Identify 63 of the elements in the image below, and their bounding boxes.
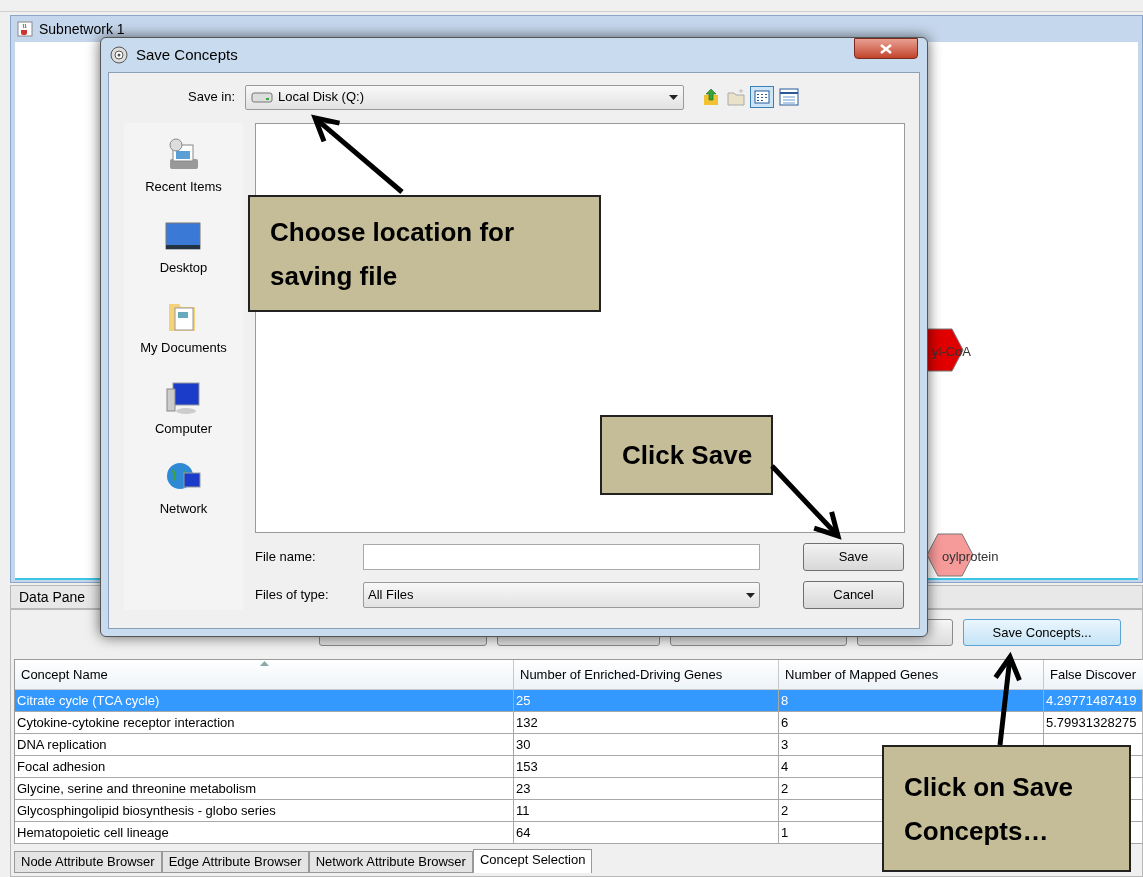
place-item[interactable]: My Documents [140, 298, 227, 358]
location-dropdown[interactable]: Local Disk (Q:) [245, 84, 684, 110]
table-cell-text: Citrate cycle (TCA cycle) [17, 691, 160, 710]
table-cell-text: Glycosphingolipid biosynthesis - globo series [17, 801, 276, 820]
table-cell-text: 64 [516, 823, 531, 842]
place-item[interactable]: Computer [154, 378, 213, 438]
table-cell-text: 6 [781, 713, 789, 732]
field-label: File name: [255, 548, 317, 567]
table-cell-text: 3 [781, 735, 789, 754]
cancel-button[interactable]: Cancel [803, 581, 904, 609]
close-button[interactable] [854, 38, 918, 59]
tab[interactable]: Node Attribute Browser [14, 851, 162, 873]
place-item[interactable]: Network [159, 459, 208, 519]
column-header[interactable]: False Discover [1044, 660, 1143, 690]
table-cell-text: 23 [516, 779, 531, 798]
file-type-dropdown[interactable]: All Files [363, 582, 760, 608]
tab[interactable]: Network Attribute Browser [308, 851, 473, 873]
tab[interactable]: Edge Attribute Browser [161, 851, 309, 873]
close-icon [880, 43, 892, 54]
drive-icon [251, 91, 273, 103]
table-cell-text: 25 [516, 691, 531, 710]
table-cell-text: 11 [516, 801, 530, 820]
table-cell-text: Hematopoietic cell lineage [17, 823, 169, 842]
panel-title: Data Pane [19, 587, 86, 607]
table-cell-text: 5.79931328275 [1046, 713, 1137, 732]
table-cell-text: 4 [781, 757, 789, 776]
table-row[interactable]: Cytokine-cytokine receptor interaction 132 6 5.79931328275 [15, 712, 1142, 734]
toolbar-button[interactable]: Save Concepts... [963, 619, 1121, 646]
table-row[interactable]: DNA replication 30 3 [15, 734, 1142, 756]
column-header[interactable]: Number of Mapped Genes [779, 660, 1044, 690]
table-cell-text: Glycine, serine and threonine metabolism [17, 779, 257, 798]
save-button[interactable]: Save [803, 543, 904, 571]
callout-text: Choose location for saving file [270, 215, 516, 293]
table-cell-text: 153 [516, 757, 538, 776]
place-item[interactable]: Recent Items [145, 137, 222, 197]
table-cell-text: Cytokine-cytokine receptor interaction [17, 713, 235, 732]
sort-icon [260, 661, 269, 666]
place-item[interactable]: Desktop [159, 217, 208, 277]
table-cell-text: 2 [781, 801, 789, 820]
table-cell-text: 132 [516, 713, 538, 732]
callout-text: Click Save [622, 439, 753, 472]
file-name-field[interactable] [363, 544, 760, 570]
list-view-icon[interactable] [750, 86, 774, 108]
table-cell-text: 1 [781, 823, 789, 842]
dialog-title: Save Concepts [136, 44, 238, 65]
field-label: Files of type: [255, 586, 330, 605]
column-header[interactable]: Concept Name [15, 660, 514, 690]
table-cell-text: Focal adhesion [17, 757, 106, 776]
table-cell-text: DNA replication [17, 735, 107, 754]
caret-icon [669, 94, 678, 100]
java-cup-icon [17, 21, 33, 37]
node-label: oylprotein [942, 548, 999, 566]
caret-icon [746, 592, 755, 598]
details-view-icon[interactable] [778, 87, 800, 107]
table-cell-text: 30 [516, 735, 531, 754]
disc-icon [110, 46, 128, 64]
field-label: Save in: [188, 88, 235, 107]
table-cell-text: 2 [781, 779, 789, 798]
tab[interactable]: Concept Selection [472, 849, 593, 873]
window-title: Subnetwork 1 [39, 19, 125, 39]
column-header[interactable]: Number of Enriched-Driving Genes [514, 660, 779, 690]
table-cell-text: 8 [781, 691, 789, 710]
table-cell-text: 4.29771487419 [1046, 691, 1137, 710]
